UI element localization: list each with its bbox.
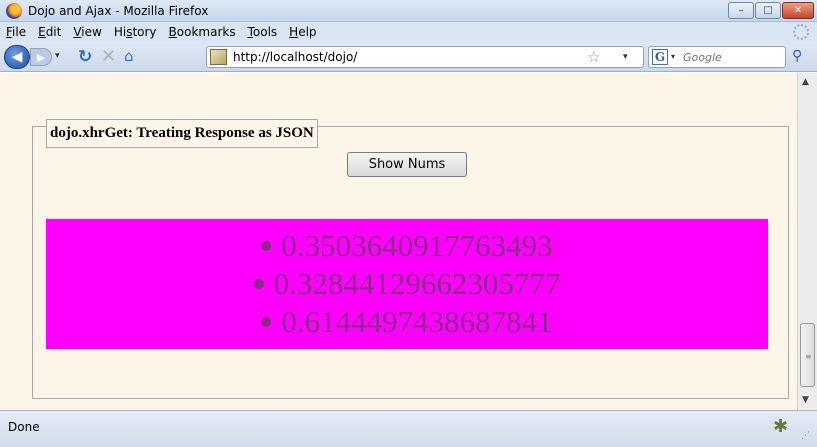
resize-grip-icon[interactable]: ⋰ <box>801 431 810 441</box>
numbers-box: 0.3503640917763493 0.32844129662305777 0… <box>46 219 768 349</box>
bullet-icon <box>261 316 272 327</box>
menu-bookmarks[interactable]: Bookmarks <box>169 25 236 39</box>
url-dropdown-icon[interactable]: ▾ <box>623 52 628 62</box>
scroll-thumb[interactable]: ≡ <box>800 323 815 387</box>
url-text[interactable]: http://localhost/dojo/ <box>233 50 357 64</box>
reload-icon[interactable]: ↻ <box>78 47 92 67</box>
menu-file[interactable]: File <box>6 25 26 39</box>
close-button[interactable]: ✕ <box>782 2 814 19</box>
menu-tools[interactable]: Tools <box>248 25 278 39</box>
menu-history[interactable]: History <box>114 25 157 39</box>
fieldset-legend: dojo.xhrGet: Treating Response as JSON <box>46 119 318 148</box>
grip-icon: ≡ <box>805 352 812 361</box>
list-item: 0.32844129662305777 <box>46 265 768 303</box>
numbers-list: 0.3503640917763493 0.32844129662305777 0… <box>46 227 768 341</box>
site-favicon-icon <box>210 49 227 65</box>
status-bar: Done ✱ ⋰ <box>0 410 817 447</box>
menu-help[interactable]: Help <box>289 25 316 39</box>
home-icon[interactable]: ⌂ <box>124 47 134 65</box>
list-item: 0.6144497438687841 <box>46 303 768 341</box>
history-dropdown-icon[interactable]: ▾ <box>55 51 60 61</box>
forward-button[interactable]: ▶ <box>30 48 52 66</box>
address-bar[interactable]: http://localhost/dojo/ ☆ ▾ <box>206 46 644 68</box>
menu-view[interactable]: View <box>73 25 101 39</box>
maximize-button[interactable]: □ <box>755 2 781 19</box>
search-input[interactable] <box>683 49 783 65</box>
search-bar[interactable]: G ▾ <box>648 46 786 68</box>
list-item: 0.3503640917763493 <box>46 227 768 265</box>
firefox-logo-icon <box>6 3 22 19</box>
stop-icon[interactable]: ✕ <box>101 46 116 67</box>
minimize-button[interactable]: – <box>728 2 754 19</box>
search-engine-dropdown-icon[interactable]: ▾ <box>671 52 675 61</box>
bullet-icon <box>261 240 272 251</box>
search-go-icon[interactable]: ⚲ <box>792 48 802 64</box>
bookmark-star-icon[interactable]: ☆ <box>587 48 600 66</box>
bullet-icon <box>253 278 264 289</box>
google-engine-icon[interactable]: G <box>652 49 668 65</box>
window-title: Dojo and Ajax - Mozilla Firefox <box>28 4 209 18</box>
throbber-icon <box>793 24 809 40</box>
back-button[interactable]: ◀ <box>4 45 30 69</box>
navigation-toolbar: ◀ ▶ ▾ ↻ ✕ ⌂ http://localhost/dojo/ ☆ ▾ G… <box>0 42 817 72</box>
title-bar: Dojo and Ajax - Mozilla Firefox – □ ✕ <box>0 0 817 22</box>
status-text: Done <box>8 420 40 434</box>
scroll-up-icon[interactable]: ▲ <box>802 77 809 87</box>
firebug-icon[interactable]: ✱ <box>773 416 788 437</box>
menu-bar: File Edit View History Bookmarks Tools H… <box>0 22 817 42</box>
scroll-down-icon[interactable]: ▼ <box>802 395 809 405</box>
menu-edit[interactable]: Edit <box>38 25 61 39</box>
page-viewport: dojo.xhrGet: Treating Response as JSON S… <box>0 73 797 410</box>
show-nums-button[interactable]: Show Nums <box>347 152 467 177</box>
vertical-scrollbar[interactable]: ▲ ≡ ▼ <box>797 73 817 410</box>
